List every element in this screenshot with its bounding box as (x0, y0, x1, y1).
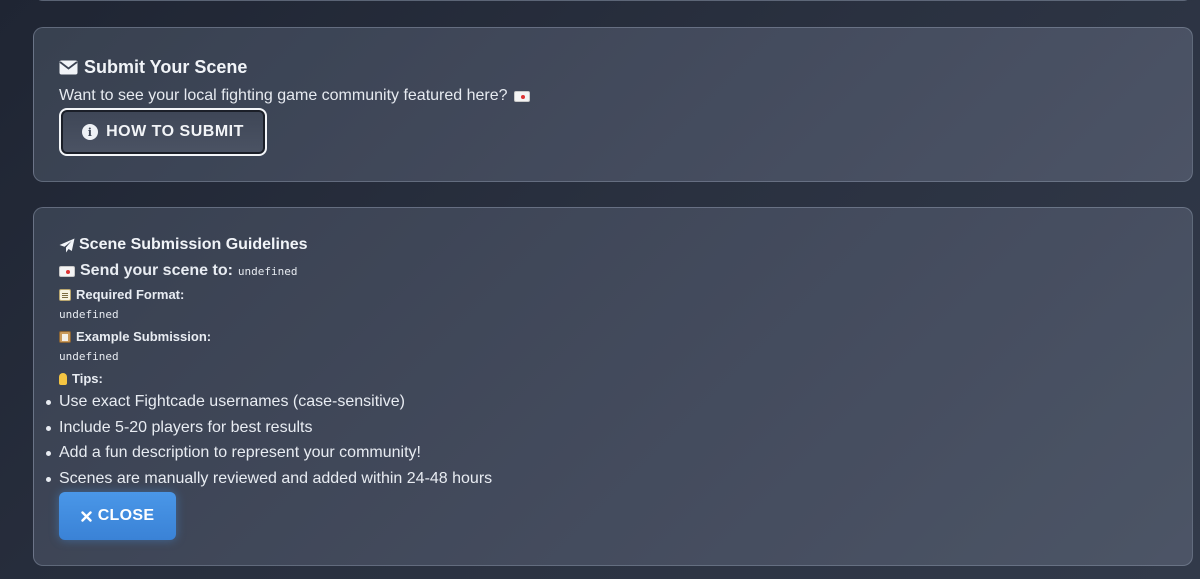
close-button[interactable]: CLOSE (59, 492, 176, 540)
guidelines-title-text: Scene Submission Guidelines (79, 236, 308, 253)
required-format-value: undefined (59, 308, 119, 321)
submit-scene-title-text: Submit Your Scene (84, 57, 248, 77)
example-submission-heading: Example Submission: (59, 329, 211, 344)
send-value: undefined (237, 264, 298, 278)
submit-scene-description-text: Want to see your local fighting game com… (59, 87, 508, 104)
tips-label: Tips: (72, 371, 103, 386)
submit-scene-description: Want to see your local fighting game com… (59, 87, 530, 105)
guidelines-card: Scene Submission Guidelines Send your sc… (33, 207, 1193, 566)
list-item: Use exact Fightcade usernames (case-sens… (45, 389, 492, 415)
close-icon (80, 510, 92, 522)
list-item: Scenes are manually reviewed and added w… (45, 466, 492, 492)
envelope-icon (59, 60, 78, 75)
example-submission-value: undefined (59, 350, 119, 363)
required-format-label: Required Format: (76, 287, 185, 302)
how-to-submit-label: HOW TO SUBMIT (106, 123, 244, 140)
memo-icon (59, 288, 71, 301)
guidelines-title: Scene Submission Guidelines (59, 236, 308, 254)
list-item: Add a fun description to represent your … (45, 440, 492, 466)
send-label: Send your scene to: (80, 262, 233, 279)
envelope-emoji-icon (59, 265, 75, 277)
required-format-heading: Required Format: (59, 287, 184, 302)
how-to-submit-button[interactable]: i HOW TO SUBMIT (59, 108, 267, 156)
clipboard-icon (59, 330, 71, 343)
envelope-emoji-icon (513, 90, 530, 102)
send-to-line: Send your scene to: undefined (59, 262, 298, 280)
light-bulb-icon (59, 372, 67, 385)
tips-list: Use exact Fightcade usernames (case-sens… (45, 389, 492, 492)
submit-scene-card: Submit Your Scene Want to see your local… (33, 27, 1193, 182)
close-button-label: CLOSE (97, 507, 155, 524)
info-icon: i (82, 124, 99, 140)
example-submission-label: Example Submission: (76, 329, 212, 344)
paper-plane-icon (59, 238, 75, 252)
previous-card (33, 0, 1193, 1)
list-item: Include 5-20 players for best results (45, 415, 492, 441)
submit-scene-title: Submit Your Scene (59, 57, 247, 78)
tips-heading: Tips: (59, 371, 103, 386)
